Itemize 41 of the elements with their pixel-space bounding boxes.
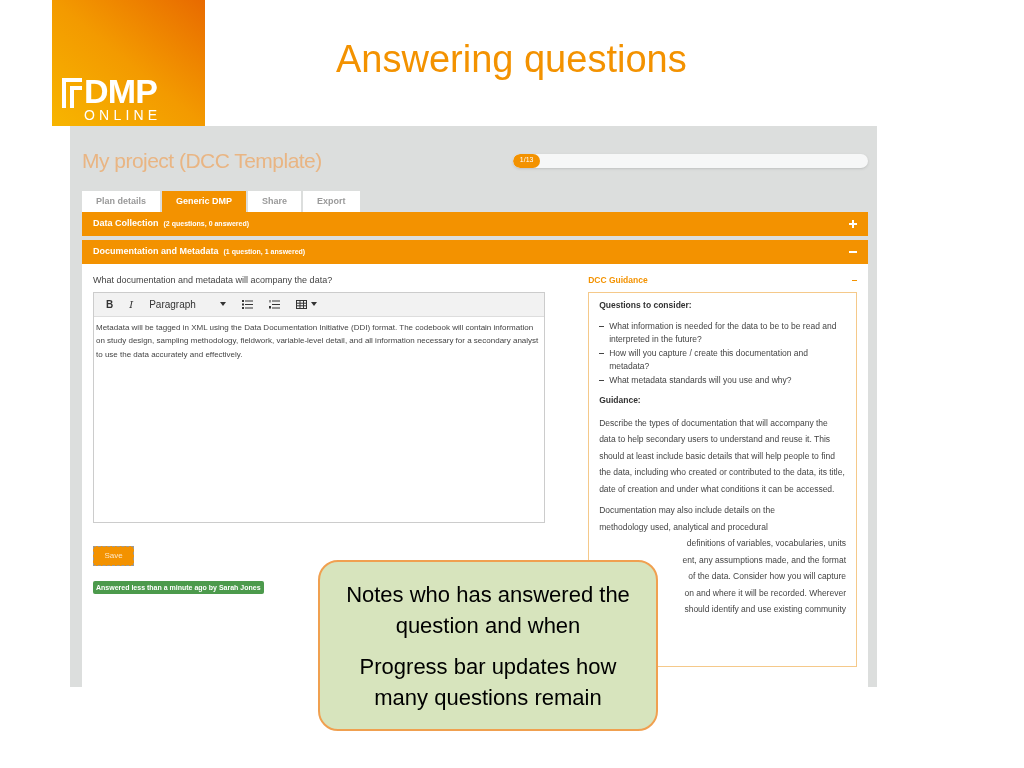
caret-icon bbox=[219, 302, 226, 306]
caret-icon bbox=[310, 302, 317, 306]
guidance-text-line: Documentation may also include details on the bbox=[599, 504, 776, 518]
tab[interactable]: Share bbox=[248, 191, 302, 212]
guidance-paragraph: Describe the types of documentation that will accompany the data to help secondary users to understand and reuse it. This should at least include basic details that will help people to find the data, including who created or contributed to the data, its title, date of creation and under what conditions it can be accessed. bbox=[599, 416, 846, 496]
logo-mark-icon bbox=[62, 78, 84, 108]
dash-icon bbox=[599, 325, 605, 327]
guidance-text-line: of the data. Consider how you will capture bbox=[688, 570, 846, 584]
guidance-text-line: definitions of variables, vocabularies, units bbox=[686, 537, 846, 551]
logo-text: DMP bbox=[84, 74, 157, 108]
bullet-list-icon bbox=[241, 299, 253, 309]
guidance-text-line: should identify and use existing community bbox=[684, 603, 846, 617]
guidance-text-line: methodology used, analytical and procedural bbox=[599, 520, 769, 534]
tab[interactable]: Plan details bbox=[82, 191, 161, 212]
guidance-question: How will you capture / create this documentation and metadata? bbox=[609, 346, 810, 373]
question-text: What documentation and metadata will acompany the data? bbox=[93, 274, 334, 287]
section-title: Documentation and Metadata bbox=[93, 245, 219, 259]
guidance-question: What metadata standards will you use and why? bbox=[609, 373, 792, 387]
project-title: My project (DCC Template) bbox=[82, 150, 322, 171]
save-button[interactable]: Save bbox=[93, 545, 134, 566]
guidance-title: DCC Guidance bbox=[588, 274, 648, 287]
format-dropdown[interactable]: Paragraph bbox=[141, 296, 234, 312]
guidance-heading: Questions to consider: bbox=[599, 298, 693, 312]
tab[interactable]: Generic DMP bbox=[162, 191, 247, 212]
guidance-text-line: ent, any assumptions made, and the format bbox=[682, 553, 846, 567]
dash-icon bbox=[599, 352, 605, 354]
numbered-list-icon bbox=[268, 299, 280, 309]
guidance-question: What information is needed for the data to be to be read and interpreted in the future? bbox=[609, 319, 838, 346]
guidance-heading: Guidance: bbox=[599, 394, 642, 407]
guidance-text-line: on and where it will be recorded. Wherever bbox=[684, 586, 846, 600]
answer-text: Metadata will be tagged in XML using the Data Documentation Initiative (DDI) format. The codebook will contain information on study design, sampling methodology, fieldwork, variable-level detail, and all information necessary for a secondary analyst to use the data accurately and effectively. bbox=[95, 321, 540, 361]
callout-text: Notes who has answered the question and when bbox=[345, 580, 631, 640]
dash-icon bbox=[599, 379, 605, 381]
slide-title: Answering questions bbox=[336, 37, 687, 82]
callout-text: Progress bar updates how many questions remain bbox=[358, 652, 618, 712]
section-title: Data Collection bbox=[93, 217, 159, 231]
logo-subtext: ONLINE bbox=[83, 108, 163, 122]
table-icon bbox=[295, 299, 307, 309]
tab[interactable]: Export bbox=[303, 191, 360, 212]
italic-button[interactable]: I bbox=[121, 296, 142, 312]
bold-button[interactable]: B bbox=[98, 296, 122, 312]
